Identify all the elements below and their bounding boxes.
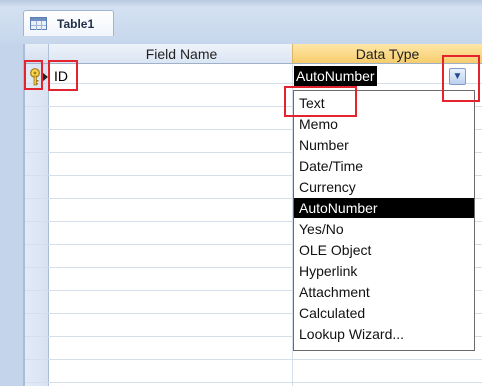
- table-icon: [30, 17, 47, 30]
- option-date-time[interactable]: Date/Time: [294, 156, 474, 176]
- option-lookup-wizard[interactable]: Lookup Wizard...: [294, 324, 474, 344]
- data-type-header: Data Type: [292, 44, 482, 64]
- key-icon: [30, 68, 48, 86]
- option-attachment[interactable]: Attachment: [294, 282, 474, 302]
- data-type-cell[interactable]: AutoNumber: [294, 66, 377, 86]
- navigation-pane-edge: [0, 44, 25, 386]
- option-currency[interactable]: Currency: [294, 177, 474, 197]
- option-text[interactable]: Text: [294, 93, 474, 113]
- data-type-dropdown[interactable]: Text Memo Number Date/Time Currency Auto…: [293, 90, 475, 351]
- option-yes-no[interactable]: Yes/No: [294, 219, 474, 239]
- chevron-down-icon[interactable]: ▼: [449, 68, 466, 85]
- option-autonumber[interactable]: AutoNumber: [294, 198, 474, 218]
- table-row[interactable]: [25, 64, 482, 84]
- document-tab-strip: Table1: [0, 0, 482, 44]
- field-name-cell[interactable]: ID: [54, 66, 68, 86]
- option-number[interactable]: Number: [294, 135, 474, 155]
- option-calculated[interactable]: Calculated: [294, 303, 474, 323]
- row-selector-header: [25, 44, 49, 64]
- option-hyperlink[interactable]: Hyperlink: [294, 261, 474, 281]
- field-name-header: Field Name: [49, 44, 315, 64]
- table-tab[interactable]: Table1: [23, 10, 114, 36]
- option-ole-object[interactable]: OLE Object: [294, 240, 474, 260]
- access-table-design-view: Table1 Field Name Data Type ID AutoNumbe…: [0, 0, 482, 386]
- option-memo[interactable]: Memo: [294, 114, 474, 134]
- table-row[interactable]: [25, 363, 482, 383]
- table-tab-label: Table1: [57, 16, 95, 31]
